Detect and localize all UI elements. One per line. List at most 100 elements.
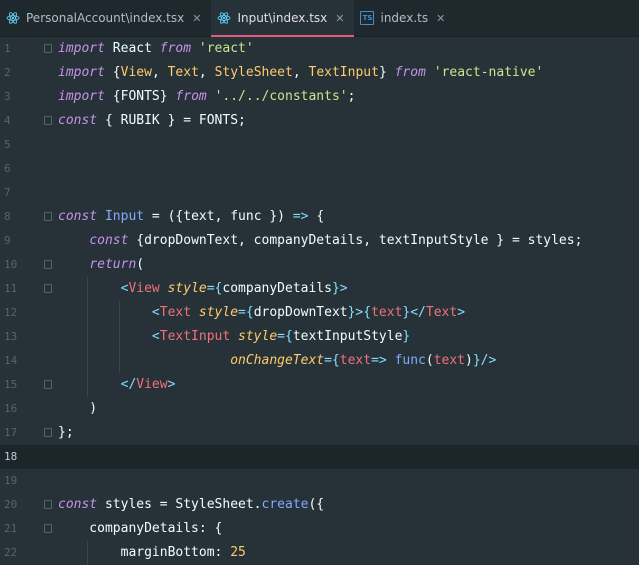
close-icon[interactable]: ✕ xyxy=(335,12,344,25)
code-token: < xyxy=(151,305,160,320)
code-token: text xyxy=(433,353,466,368)
line-number: 4 xyxy=(4,114,11,127)
code-line[interactable]: 19 xyxy=(0,469,639,493)
tab-input-index-tsx[interactable]: Input\index.tsx ✕ xyxy=(211,0,355,37)
fold-toggle-icon[interactable] xyxy=(44,44,52,53)
fold-toggle-icon[interactable] xyxy=(44,212,52,221)
code-text: ) xyxy=(58,397,97,421)
code-text: </View> xyxy=(58,373,176,397)
tab-index-ts[interactable]: TS index.ts ✕ xyxy=(354,0,455,36)
code-token: ({ xyxy=(308,497,325,512)
code-line[interactable]: 9 const {dropDownText, companyDetails, t… xyxy=(0,229,639,253)
line-number: 3 xyxy=(4,90,11,103)
tab-personalaccount-index-tsx[interactable]: PersonalAccount\index.tsx ✕ xyxy=(0,0,211,36)
fold-toggle-icon[interactable] xyxy=(44,380,52,389)
fold-toggle-icon[interactable] xyxy=(44,428,52,437)
tab-label: PersonalAccount\index.tsx xyxy=(26,11,185,25)
code-token: }) xyxy=(261,209,293,224)
code-line[interactable]: 1 import React from 'react' xyxy=(0,37,639,61)
line-number: 7 xyxy=(4,186,11,199)
code-line[interactable]: 5 xyxy=(0,133,639,157)
code-token: import xyxy=(58,65,105,80)
fold-toggle-icon[interactable] xyxy=(44,284,52,293)
code-token: TextInput xyxy=(159,329,231,344)
code-text: }; xyxy=(58,421,74,445)
typescript-icon: TS xyxy=(360,11,375,25)
code-line[interactable]: 3 import {FONTS} from '../../constants'; xyxy=(0,85,639,109)
code-editor[interactable]: 1 import React from 'react' 2 import {View,… xyxy=(0,37,639,565)
code-text: marginBottom: 25 xyxy=(58,541,246,565)
code-text: import React from 'react' xyxy=(58,37,254,61)
code-token: }> xyxy=(331,281,348,296)
code-token: </ xyxy=(120,377,137,392)
code-line[interactable]: 7 xyxy=(0,181,639,205)
code-line[interactable]: 16 ) xyxy=(0,397,639,421)
code-token: }>{ xyxy=(347,305,372,320)
code-line[interactable]: 6 xyxy=(0,157,639,181)
code-token: ) xyxy=(58,401,98,416)
code-line[interactable]: 2 import {View, Text, StyleSheet, TextInp… xyxy=(0,61,639,85)
code-line[interactable]: 21 companyDetails: { xyxy=(0,517,639,541)
code-text: <Text style={dropDownText}>{text}</Text> xyxy=(58,301,465,325)
close-icon[interactable]: ✕ xyxy=(436,12,445,25)
code-line[interactable]: 15 </View> xyxy=(0,373,639,397)
code-line[interactable]: 13 <TextInput style={textInputStyle} xyxy=(0,325,639,349)
code-line[interactable]: 18 xyxy=(0,445,639,469)
code-token: View xyxy=(120,65,152,80)
line-number: 14 xyxy=(4,354,18,367)
code-line[interactable]: 10 return( xyxy=(0,253,639,277)
code-token: ={ xyxy=(324,353,340,368)
code-text: const {dropDownText, companyDetails, tex… xyxy=(58,229,582,253)
code-token: const xyxy=(89,233,129,248)
fold-toggle-icon[interactable] xyxy=(44,260,52,269)
code-token: marginBottom: xyxy=(58,545,231,560)
code-text: <View style={companyDetails}> xyxy=(58,277,348,301)
line-number: 22 xyxy=(4,546,18,559)
code-token: View xyxy=(136,377,168,392)
react-icon xyxy=(217,11,231,25)
react-icon xyxy=(6,11,20,25)
code-token: StyleSheet xyxy=(214,65,293,80)
code-line[interactable]: 14 onChangeText={text=> func(text)}/> xyxy=(0,349,639,373)
line-number: 6 xyxy=(4,162,11,175)
code-token: text xyxy=(183,209,215,224)
line-number: 13 xyxy=(4,330,18,343)
code-text: companyDetails: { xyxy=(58,517,222,541)
code-token: func xyxy=(230,209,262,224)
line-number: 9 xyxy=(4,234,11,247)
close-icon[interactable]: ✕ xyxy=(192,12,201,25)
code-token: Text xyxy=(425,305,458,320)
code-token: , xyxy=(292,65,309,80)
code-text: <TextInput style={textInputStyle} xyxy=(58,325,410,349)
code-token: ( xyxy=(425,353,434,368)
code-token: > xyxy=(167,377,176,392)
code-line[interactable]: 12 <Text style={dropDownText}>{text}</Te… xyxy=(0,301,639,325)
code-line[interactable]: 17}; xyxy=(0,421,639,445)
fold-toggle-icon[interactable] xyxy=(44,116,52,125)
tab-label: index.ts xyxy=(380,11,429,25)
fold-toggle-icon[interactable] xyxy=(44,524,52,533)
code-line[interactable]: 11 <View style={companyDetails}> xyxy=(0,277,639,301)
fold-toggle-icon[interactable] xyxy=(44,500,52,509)
code-token: View xyxy=(128,281,160,296)
code-token: style xyxy=(167,281,207,296)
code-token: const xyxy=(58,113,98,128)
code-line[interactable]: 22 marginBottom: 25 xyxy=(0,541,639,565)
code-text: const { RUBIK } = FONTS; xyxy=(58,109,246,133)
code-token: text xyxy=(371,305,403,320)
line-number: 15 xyxy=(4,378,18,391)
code-line[interactable]: 8 const Input = ({text, func }) => { xyxy=(0,205,639,229)
code-token: ( xyxy=(136,257,145,272)
code-line[interactable]: 4 const { RUBIK } = FONTS; xyxy=(0,109,639,133)
code-token: => xyxy=(371,353,387,368)
code-token: { RUBIK } = FONTS; xyxy=(97,113,246,128)
code-line[interactable]: 20 const styles = StyleSheet.create({ xyxy=(0,493,639,517)
code-token: }/> xyxy=(472,353,497,368)
code-text: const Input = ({text, func }) => { xyxy=(58,205,324,229)
